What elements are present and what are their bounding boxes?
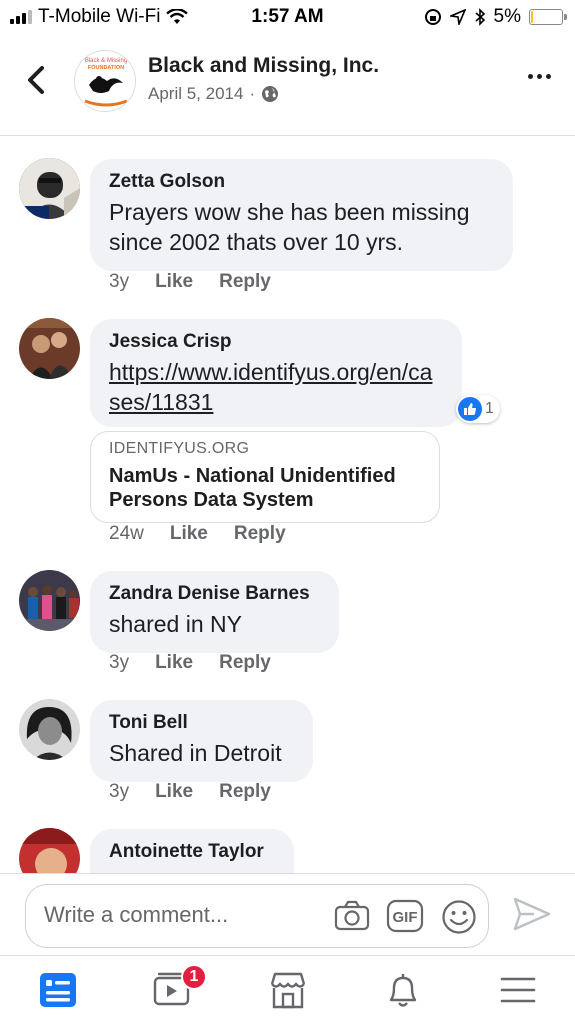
page-avatar[interactable]: Black & Missing FOUNDATION: [74, 50, 136, 112]
status-bar: T-Mobile Wi-Fi 1:57 AM 5%: [0, 0, 575, 34]
battery-icon: [529, 9, 567, 25]
comment-actions: 3y Like Reply: [109, 271, 271, 293]
page-title[interactable]: Black and Missing, Inc.: [148, 54, 379, 78]
link-title: NamUs - National Unidentified Persons Da…: [109, 465, 396, 511]
post-date[interactable]: April 5, 2014: [148, 84, 243, 104]
comment-text: https://www.identifyus.org/en/cases/1183…: [109, 357, 443, 417]
gif-icon[interactable]: GIF: [386, 899, 424, 933]
thumbs-up-icon: [458, 397, 482, 421]
comment-time[interactable]: 3y: [109, 781, 129, 803]
comment-author[interactable]: Zandra Denise Barnes: [109, 583, 320, 605]
like-button[interactable]: Like: [155, 271, 193, 293]
comment-author[interactable]: Jessica Crisp: [109, 331, 443, 353]
link-preview-card[interactable]: IDENTIFYUS.ORG NamUs - National Unidenti…: [90, 431, 440, 523]
link-domain: IDENTIFYUS.ORG: [109, 440, 250, 457]
comment-text: shared in NY: [109, 611, 242, 637]
comment-text: Prayers wow she has been missing since 2…: [109, 199, 470, 255]
globe-icon: [262, 86, 279, 102]
battery-percent: 5%: [493, 6, 521, 27]
reply-button[interactable]: Reply: [219, 781, 271, 803]
comment-link[interactable]: https://www.identifyus.org/en/cases/1183…: [109, 359, 432, 415]
comment-bubble[interactable]: Zetta Golson Prayers wow she has been mi…: [90, 159, 513, 271]
comments-list: Zetta Golson Prayers wow she has been mi…: [0, 137, 575, 873]
black-and-missing-logo: Black & Missing FOUNDATION: [84, 58, 128, 107]
comment-actions: 3y Like Reply: [109, 652, 271, 674]
send-icon[interactable]: [512, 896, 552, 932]
comment-author[interactable]: Zetta Golson: [109, 171, 494, 193]
camera-icon[interactable]: [334, 899, 370, 933]
reaction-summary[interactable]: 1: [456, 395, 500, 423]
battery-level: [531, 11, 533, 23]
reply-button[interactable]: Reply: [234, 523, 286, 545]
comment-input[interactable]: [44, 902, 304, 928]
reply-button[interactable]: Reply: [219, 652, 271, 674]
avatar[interactable]: [19, 828, 80, 873]
comment-bubble[interactable]: Toni Bell Shared in Detroit: [90, 700, 313, 782]
orientation-lock-icon: [424, 9, 441, 25]
more-options-icon[interactable]: [528, 74, 551, 79]
comment-bubble[interactable]: Jessica Crisp https://www.identifyus.org…: [90, 319, 462, 427]
watch-icon[interactable]: 1: [153, 964, 207, 1010]
comment-text: Shared in Detroit: [109, 740, 282, 766]
svg-text:GIF: GIF: [393, 909, 418, 926]
logo-text-top: Black & Missing: [85, 58, 127, 64]
comment-author[interactable]: Toni Bell: [109, 712, 294, 734]
meta-separator: ·: [249, 84, 256, 103]
comment-author[interactable]: Antoinette Taylor: [109, 841, 275, 863]
notifications-icon[interactable]: [383, 970, 423, 1010]
comment-bubble[interactable]: Zandra Denise Barnes shared in NY: [90, 571, 339, 653]
reaction-count: 1: [485, 400, 494, 417]
like-button[interactable]: Like: [155, 781, 193, 803]
comment-bubble[interactable]: Antoinette Taylor: [90, 829, 294, 873]
avatar[interactable]: [19, 158, 80, 219]
reply-button[interactable]: Reply: [219, 271, 271, 293]
menu-icon[interactable]: [498, 970, 538, 1010]
comment-time[interactable]: 3y: [109, 652, 129, 674]
news-feed-icon[interactable]: [38, 970, 78, 1010]
like-button[interactable]: Like: [170, 523, 208, 545]
back-icon[interactable]: [22, 62, 52, 98]
comment-actions: 3y Like Reply: [109, 781, 271, 803]
avatar[interactable]: [19, 699, 80, 760]
watch-notification-badge: 1: [181, 964, 207, 990]
bottom-navigation: 1: [0, 955, 575, 1024]
like-button[interactable]: Like: [155, 652, 193, 674]
logo-text-mid: FOUNDATION: [88, 65, 124, 71]
comment-actions: 24w Like Reply: [109, 523, 286, 545]
comment-input-box[interactable]: GIF: [25, 884, 489, 948]
avatar[interactable]: [19, 570, 80, 631]
avatar[interactable]: [19, 318, 80, 379]
bluetooth-icon: [475, 8, 485, 26]
comment-time[interactable]: 3y: [109, 271, 129, 293]
emoji-icon[interactable]: [441, 899, 477, 935]
marketplace-icon[interactable]: [268, 970, 308, 1010]
comment-time[interactable]: 24w: [109, 523, 144, 545]
comment-composer: GIF: [0, 873, 575, 955]
post-header: Black & Missing FOUNDATION Black and Mis…: [0, 34, 575, 136]
location-icon: [449, 9, 466, 25]
post-meta: April 5, 2014 ·: [148, 84, 279, 104]
